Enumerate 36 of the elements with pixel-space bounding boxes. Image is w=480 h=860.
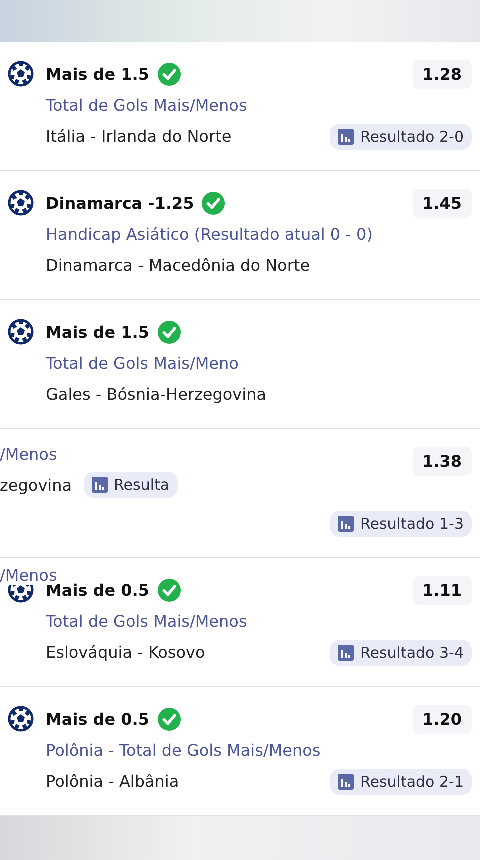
odds-value: 1.11 [412,576,472,604]
odds-value: 1.20 [412,704,472,734]
football-icon [8,61,34,87]
result-label: Resultado 2-0 [360,128,464,146]
bet-title: Mais de 1.5 [46,64,150,84]
market-name: Total de Gols Mais/Meno [46,354,240,373]
bar-chart-icon [338,516,354,532]
market-name: Polônia - Total de Gols Mais/Menos [46,741,322,760]
football-icon [8,190,34,216]
market-fragment: /Menos [0,566,58,585]
bar-chart-icon [338,128,354,144]
match-name: Eslováquia - Kosovo [46,643,206,662]
odds-value: 1.38 [412,446,472,476]
bet-title: Mais de 0.5 [46,710,150,728]
match-fragment: zegovina [0,476,72,494]
bar-chart-icon [338,774,354,790]
bet-title: Mais de 1.5 [46,322,150,342]
result-label: Resultado 3-4 [360,644,464,662]
match-name: Dinamarca - Macedônia do Norte [46,256,310,275]
odds-value: 1.28 [412,60,472,88]
bet-title: Dinamarca -1.25 [46,194,194,212]
market-name: Total de Gols Mais/Menos [46,96,248,115]
market-name: Total de Gols Mais/Menos [46,612,248,631]
result-label: Resultado 1-3 [360,514,464,532]
result-label: Resultado 2-1 [360,772,464,790]
football-icon [8,706,34,732]
odds-value: 1.45 [412,188,472,218]
match-name: Gales - Bósnia-Herzegovina [46,385,267,404]
market-fragment: /Menos [0,445,58,464]
result-label: Resulta [114,476,170,494]
football-icon [8,319,34,345]
match-name: Itália - Irlanda do Norte [46,127,232,146]
market-name: Handicap Asiático (Resultado atual 0 - 0) [46,225,374,244]
bar-chart-icon [338,644,354,660]
bar-chart-icon [92,477,108,493]
match-name: Polônia - Albânia [46,772,180,791]
